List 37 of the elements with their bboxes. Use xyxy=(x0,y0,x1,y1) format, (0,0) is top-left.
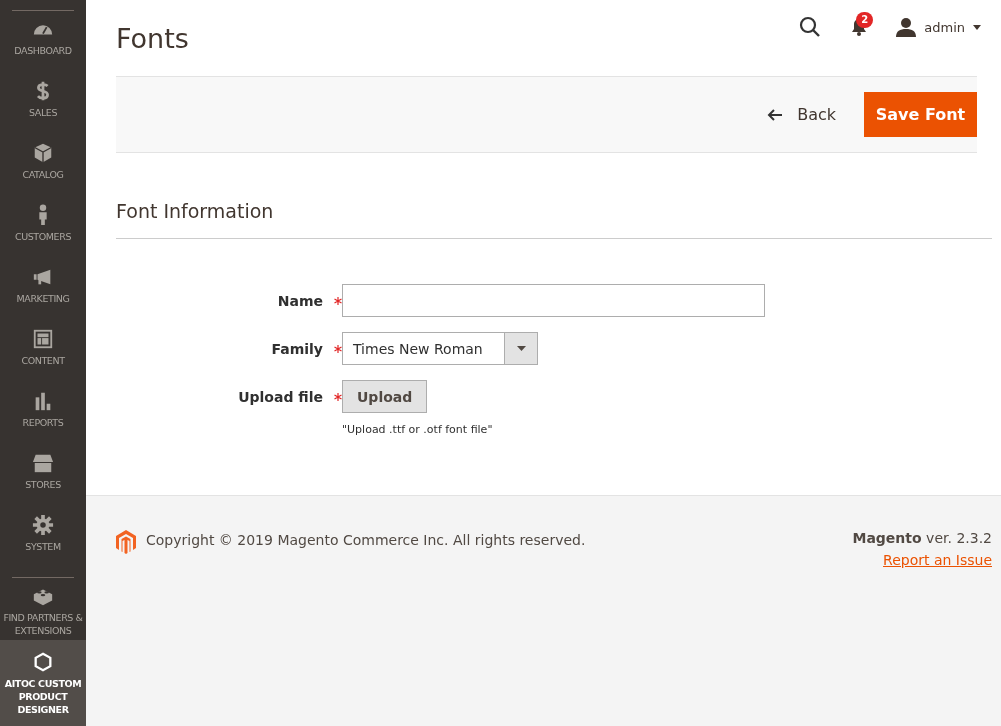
arrow-left-icon xyxy=(767,108,784,121)
family-select[interactable]: Times New Roman xyxy=(342,332,538,365)
user-menu[interactable]: admin xyxy=(896,17,981,37)
back-button[interactable]: Back xyxy=(767,105,836,124)
caret-icon xyxy=(973,24,981,30)
hexagon-icon xyxy=(32,651,54,673)
box-icon xyxy=(32,142,54,164)
sidebar-item[interactable]: FIND PARTNERS & EXTENSIONS xyxy=(0,578,86,638)
upload-button[interactable]: Upload xyxy=(342,380,428,413)
field-label: Name xyxy=(277,292,323,309)
input-field[interactable] xyxy=(342,284,765,317)
layout-icon xyxy=(32,328,54,350)
logo-icon xyxy=(116,530,136,554)
user-icon xyxy=(896,17,917,37)
sidebar-item[interactable]: CATALOG xyxy=(0,133,86,195)
sidebar-item[interactable]: REPORTS xyxy=(0,381,86,443)
save-button[interactable]: Save Font xyxy=(864,92,977,137)
storefront-icon xyxy=(32,452,54,474)
page-title: Fonts xyxy=(116,22,189,54)
field-note: "Upload .ttf or .otf font file" xyxy=(342,423,493,436)
section-title: Font Information xyxy=(116,200,992,239)
sidebar-item[interactable]: DASHBOARD xyxy=(0,11,86,71)
report-issue-link[interactable]: Report an Issue xyxy=(883,552,992,568)
notification-count: 2 xyxy=(856,12,874,28)
sidebar-item[interactable]: MARKETING xyxy=(0,257,86,319)
field-label: Upload file xyxy=(238,388,323,405)
sidebar-item[interactable]: SALES xyxy=(0,71,86,133)
copyright-text: Copyright © 2019 Magento Commerce Inc. All rights reserved. xyxy=(146,532,586,548)
caret-icon xyxy=(516,346,526,351)
version-text: Magento ver. 2.3.2 xyxy=(852,530,992,546)
gear-icon xyxy=(32,514,54,536)
field-label: Family xyxy=(271,340,323,357)
sidebar-item[interactable]: CUSTOMERS xyxy=(0,195,86,257)
sidebar-item[interactable]: STORES xyxy=(0,443,86,505)
sidebar-item[interactable]: CONTENT xyxy=(0,319,86,381)
sidebar-item[interactable]: SYSTEM xyxy=(0,505,86,567)
sidebar-item[interactable]: AITOC CUSTOM PRODUCT DESIGNER xyxy=(0,640,86,726)
